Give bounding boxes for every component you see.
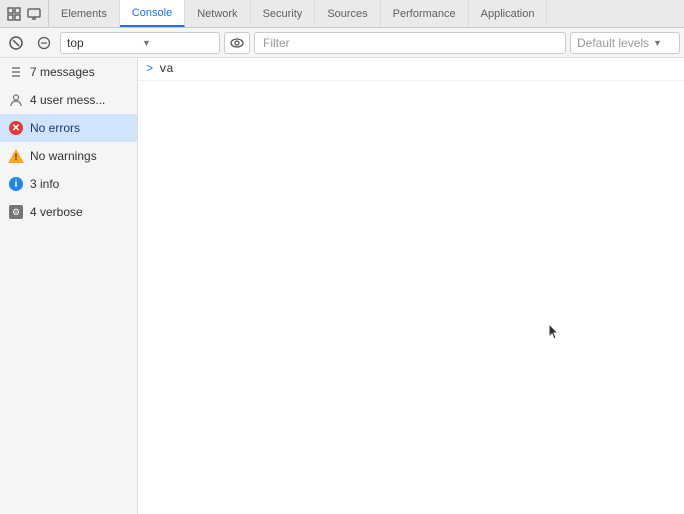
- console-toolbar: top ▼ Default levels ▼: [0, 28, 684, 58]
- tab-bar: Elements Console Network Security Source…: [0, 0, 684, 28]
- devtools-icons: [0, 0, 49, 27]
- console-arrow-icon: >: [146, 62, 153, 76]
- console-text: va: [159, 62, 173, 76]
- clear-console-button[interactable]: [4, 31, 28, 55]
- list-icon: [8, 64, 24, 80]
- levels-chevron-icon: ▼: [653, 38, 662, 48]
- mouse-cursor: [548, 323, 560, 339]
- inspect-icon[interactable]: [5, 5, 23, 23]
- tab-console[interactable]: Console: [120, 0, 185, 27]
- verbose-icon: ⚙: [8, 204, 24, 220]
- sidebar-item-errors[interactable]: ✕ No errors: [0, 114, 137, 142]
- console-line: > va: [138, 58, 684, 81]
- tab-performance[interactable]: Performance: [381, 0, 469, 27]
- sidebar-item-messages[interactable]: 7 messages: [0, 58, 137, 86]
- info-icon: i: [8, 176, 24, 192]
- tab-application[interactable]: Application: [469, 0, 548, 27]
- console-content: > va: [138, 58, 684, 514]
- no-filter-icon[interactable]: [32, 31, 56, 55]
- tab-sources[interactable]: Sources: [315, 0, 380, 27]
- sidebar-item-verbose[interactable]: ⚙ 4 verbose: [0, 198, 137, 226]
- filter-input[interactable]: [254, 32, 566, 54]
- tab-elements[interactable]: Elements: [49, 0, 120, 27]
- warning-icon: !: [8, 148, 24, 164]
- chevron-down-icon: ▼: [142, 38, 213, 48]
- main-layout: 7 messages 4 user mess... ✕ No errors !: [0, 58, 684, 514]
- sidebar-item-user-messages[interactable]: 4 user mess...: [0, 86, 137, 114]
- sidebar: 7 messages 4 user mess... ✕ No errors !: [0, 58, 138, 514]
- context-selector[interactable]: top ▼: [60, 32, 220, 54]
- sidebar-item-info[interactable]: i 3 info: [0, 170, 137, 198]
- user-icon: [8, 92, 24, 108]
- tab-network[interactable]: Network: [185, 0, 250, 27]
- tab-security[interactable]: Security: [251, 0, 316, 27]
- log-levels-selector[interactable]: Default levels ▼: [570, 32, 680, 54]
- preserve-log-button[interactable]: [224, 32, 250, 54]
- device-icon[interactable]: [25, 5, 43, 23]
- sidebar-item-warnings[interactable]: ! No warnings: [0, 142, 137, 170]
- error-icon: ✕: [8, 120, 24, 136]
